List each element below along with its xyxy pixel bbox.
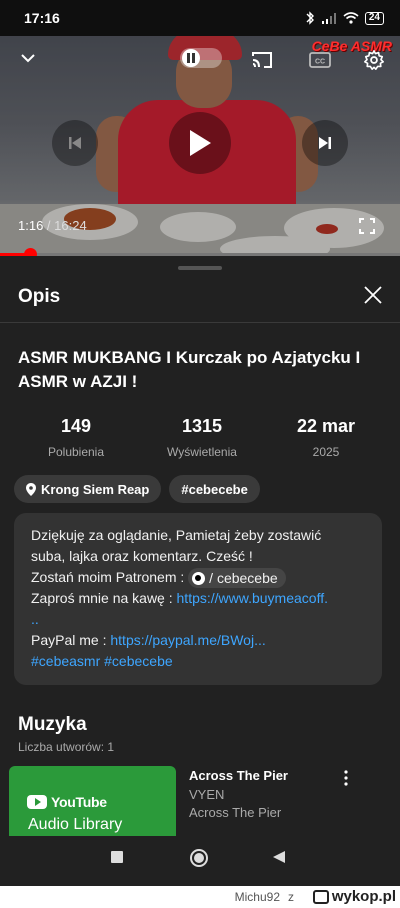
square-icon [111,851,123,863]
total-duration: 16:24 [54,218,87,233]
location-chip[interactable]: Krong Siem Reap [14,475,162,503]
wykop-logo-icon [312,889,329,904]
music-track-card[interactable]: YouTube Audio Library Across The Pier VY… [9,766,389,836]
wifi-icon [343,12,359,24]
coffee-link[interactable]: https://www.buymeacoff. [177,590,328,606]
likes-label: Polubienia [47,445,105,459]
gear-icon [364,50,384,70]
recents-button[interactable] [110,850,124,869]
description-line: suba, lajka oraz komentarz. Cześć ! [31,548,253,564]
coffee-prefix: Zaproś mnie na kawę : [31,590,177,607]
hashtag-label: #cebecebe [181,481,248,497]
close-icon [364,286,382,304]
stat-views: 1315 Wyświetlenia [142,416,262,459]
autoplay-toggle[interactable] [180,48,222,68]
music-track-count: Liczba utworów: 1 [18,740,115,754]
previous-button[interactable] [52,120,98,166]
time-display: 1:16 / 16:24 [18,218,87,233]
status-time: 17:16 [24,10,60,26]
patron-line: Zostań moim Patronem : / cebecebe [31,567,365,589]
footer-username: Michu92 [234,890,280,904]
paypal-line: PayPal me : https://paypal.me/BWoj... [31,630,365,651]
cast-button[interactable] [248,48,276,72]
track-artist: VYEN [189,787,225,802]
coffee-line: Zaproś mnie na kawę : https://www.buymea… [31,588,365,609]
captions-button[interactable]: CC [306,48,334,72]
signal-icon [321,13,336,24]
patron-prefix: Zostań moim Patronem : [31,569,189,585]
more-vert-icon [344,770,348,786]
youtube-play-icon [27,795,47,809]
source-footer: Michu92 z wykop.pl [0,886,400,908]
status-icons: 24 [305,11,384,25]
svg-text:CC: CC [315,59,325,66]
location-label: Krong Siem Reap [41,481,150,497]
footer-separator: z [288,890,294,904]
location-pin-icon [26,482,36,496]
divider [0,322,400,323]
next-button[interactable] [302,120,348,166]
circle-icon [190,849,208,867]
time-separator: / [43,218,55,233]
previous-icon [69,137,81,149]
hashtags-line[interactable]: #cebeasmr #cebecebe [31,651,365,672]
track-title: Across The Pier [189,768,288,783]
description-box[interactable]: Dziękuję za oglądanie, Pamietaj żeby zos… [14,513,382,685]
patron-chip[interactable]: / cebecebe [188,568,286,589]
back-triangle-icon [273,851,285,863]
patreon-icon [192,571,206,585]
paypal-prefix: PayPal me : [31,632,111,649]
stat-date: 22 mar 2025 [266,416,386,459]
coffee-link-continued[interactable]: .. [31,609,365,630]
settings-button[interactable] [360,46,388,74]
paypal-link[interactable]: https://paypal.me/BWoj... [110,632,265,648]
music-heading: Muzyka [18,714,87,735]
back-button[interactable] [272,850,286,869]
home-button[interactable] [189,848,209,873]
hashtag-chip[interactable]: #cebecebe [169,475,260,503]
youtube-logo: YouTube [27,794,107,810]
panel-header: Opis [0,278,400,322]
video-title: ASMR MUKBANG I Kurczak po Azjatycku I AS… [18,348,361,391]
wykop-logo: wykop.pl [312,888,396,905]
system-nav-bar [0,836,400,886]
chips-row: Krong Siem Reap #cebecebe [14,475,260,503]
play-button[interactable] [169,112,231,174]
track-menu-button[interactable] [341,768,351,788]
fullscreen-icon [359,218,375,234]
panel-title: Opis [18,286,61,307]
views-count: 1315 [181,416,223,436]
likes-count: 149 [60,416,92,436]
stats-row: 149 Polubienia 1315 Wyświetlenia 22 mar … [0,416,400,466]
footer-site: wykop.pl [331,888,396,905]
fullscreen-button[interactable] [354,214,380,238]
next-icon [319,137,331,149]
cast-icon [252,52,272,68]
audio-library-label: Audio Library [28,816,123,833]
battery-indicator: 24 [364,11,384,25]
description-line: Dziękuję za oglądanie, Pamietaj żeby zos… [31,527,322,543]
description-panel: Opis ASMR MUKBANG I Kurczak po Azjatycku… [0,256,400,836]
minimize-button[interactable] [14,46,42,70]
upload-year: 2025 [312,445,340,459]
close-button[interactable] [362,284,384,306]
pause-icon [187,53,195,63]
play-icon [190,130,211,156]
status-bar: 17:16 24 [0,0,400,36]
drag-handle[interactable] [178,266,222,270]
bluetooth-icon [306,11,314,25]
current-time: 1:16 [18,218,44,233]
track-thumbnail: YouTube Audio Library [9,766,176,836]
chevron-down-icon [21,54,35,63]
views-label: Wyświetlenia [167,445,237,459]
upload-date: 22 mar [296,416,356,436]
stat-likes: 149 Polubienia [16,416,136,459]
video-player[interactable]: CeBe ASMR CC 1:16 / 16:24 [0,36,400,254]
patron-handle: / cebecebe [209,570,278,587]
captions-icon: CC [309,52,331,68]
track-album: Across The Pier [189,805,282,820]
youtube-wordmark: YouTube [51,794,107,810]
